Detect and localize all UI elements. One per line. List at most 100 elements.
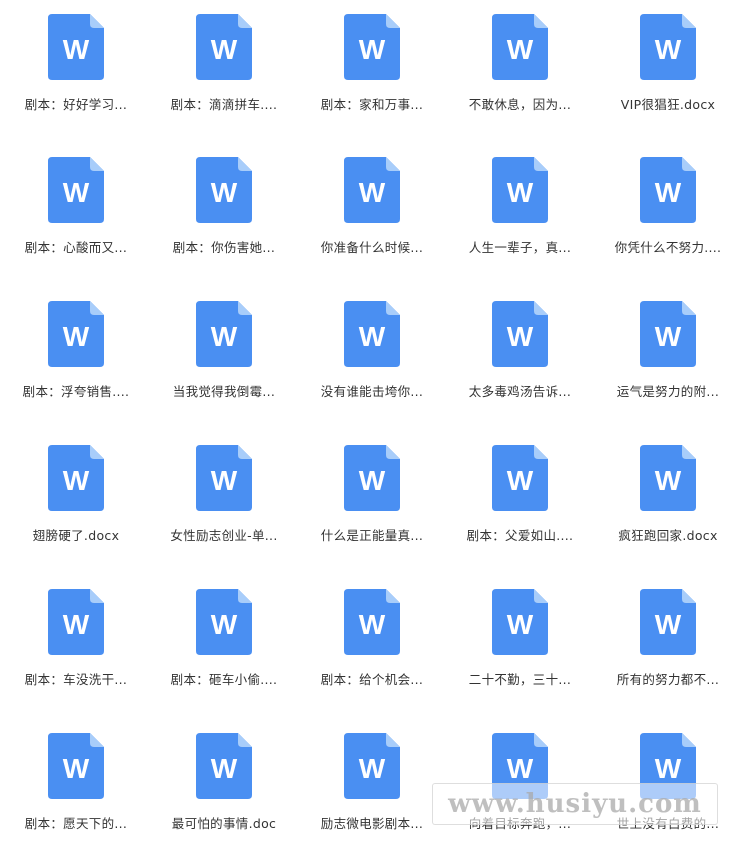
word-document-icon: W [344,589,400,655]
file-name-label: 剧本：你伤害她... [172,240,276,255]
file-item[interactable]: W 没有谁能击垮你... [298,301,446,431]
file-item[interactable]: W 最可怕的事情.doc [150,733,298,856]
file-item[interactable]: W 剧本：车没洗干... [2,589,150,719]
file-name-label: 剧本：父爱如山.... [466,528,574,543]
word-document-icon: W [344,14,400,80]
word-document-icon: W [492,14,548,80]
file-name-label: 翅膀硬了.docx [32,528,120,543]
word-document-icon: W [196,589,252,655]
file-item[interactable]: W 当我觉得我倒霉... [150,301,298,431]
word-document-icon: W [196,733,252,799]
watermark: www.husiyu.com [432,783,718,825]
file-name-label: 女性励志创业-单... [170,528,278,543]
word-document-icon: W [640,589,696,655]
file-name-label: 疯狂跑回家.docx [618,528,718,543]
word-document-icon: W [492,157,548,223]
svg-text:W: W [359,753,386,784]
file-item[interactable]: W 剧本：家和万事... [298,14,446,144]
file-name-label: 没有谁能击垮你... [320,384,424,399]
file-item[interactable]: W 你凭什么不努力.... [594,157,742,287]
file-item[interactable]: W 什么是正能量真... [298,445,446,575]
file-item[interactable]: W 剧本：滴滴拼车.... [150,14,298,144]
file-name-label: 二十不勤，三十... [468,672,572,687]
word-document-icon: W [48,589,104,655]
file-item[interactable]: W 太多毒鸡汤告诉... [446,301,594,431]
svg-text:W: W [655,34,682,65]
svg-text:W: W [211,465,238,496]
word-document-icon: W [48,14,104,80]
file-item[interactable]: W 励志微电影剧本... [298,733,446,856]
file-name-label: 剧本：好好学习... [24,97,128,112]
word-document-icon: W [48,301,104,367]
word-document-icon: W [344,445,400,511]
svg-text:W: W [63,609,90,640]
file-name-label: 运气是努力的附... [616,384,720,399]
svg-text:W: W [359,321,386,352]
file-item[interactable]: W 剧本：给个机会... [298,589,446,719]
svg-text:W: W [359,177,386,208]
file-name-label: 不敢休息，因为... [468,97,572,112]
file-item[interactable]: W 剧本：好好学习... [2,14,150,144]
file-item[interactable]: W 剧本：砸车小偷.... [150,589,298,719]
word-document-icon: W [492,301,548,367]
file-item[interactable]: W 疯狂跑回家.docx [594,445,742,575]
word-document-icon: W [48,733,104,799]
file-name-label: 剧本：滴滴拼车.... [170,97,278,112]
file-name-label: 你凭什么不努力.... [614,240,722,255]
file-browser: W 剧本：好好学习... W 剧本：滴滴拼车.... W 剧本：家和万事... W 不敢休息，… [0,0,750,856]
file-item[interactable]: W 不敢休息，因为... [446,14,594,144]
word-document-icon: W [492,589,548,655]
svg-text:W: W [655,321,682,352]
file-item[interactable]: W 剧本：浮夸销售.... [2,301,150,431]
svg-text:W: W [63,177,90,208]
file-name-label: 剧本：车没洗干... [24,672,128,687]
word-document-icon: W [640,301,696,367]
svg-text:W: W [507,609,534,640]
file-item[interactable]: W 所有的努力都不... [594,589,742,719]
svg-text:W: W [63,34,90,65]
word-document-icon: W [640,445,696,511]
svg-text:W: W [63,753,90,784]
svg-text:W: W [507,177,534,208]
svg-text:W: W [359,465,386,496]
word-document-icon: W [48,445,104,511]
svg-text:W: W [507,34,534,65]
file-name-label: 剧本：愿天下的... [24,816,128,831]
file-name-label: 你准备什么时候... [320,240,424,255]
file-name-label: 剧本：家和万事... [320,97,424,112]
file-name-label: 剧本：给个机会... [320,672,424,687]
word-document-icon: W [196,14,252,80]
svg-text:W: W [359,609,386,640]
file-item[interactable]: W 二十不勤，三十... [446,589,594,719]
svg-text:W: W [63,465,90,496]
file-item[interactable]: W 剧本：你伤害她... [150,157,298,287]
file-name-label: 当我觉得我倒霉... [172,384,276,399]
file-item[interactable]: W 剧本：愿天下的... [2,733,150,856]
file-name-label: 所有的努力都不... [616,672,720,687]
file-item[interactable]: W 剧本：心酸而又... [2,157,150,287]
file-item[interactable]: W 翅膀硬了.docx [2,445,150,575]
svg-text:W: W [655,465,682,496]
file-item[interactable]: W 人生一辈子，真... [446,157,594,287]
word-document-icon: W [640,14,696,80]
file-item[interactable]: W VIP很猖狂.docx [594,14,742,144]
word-document-icon: W [196,301,252,367]
file-item[interactable]: W 女性励志创业-单... [150,445,298,575]
svg-text:W: W [63,321,90,352]
file-name-label: 太多毒鸡汤告诉... [468,384,572,399]
svg-text:W: W [211,753,238,784]
word-document-icon: W [344,157,400,223]
file-name-label: VIP很猖狂.docx [620,97,716,112]
file-name-label: 什么是正能量真... [320,528,424,543]
svg-text:W: W [507,753,534,784]
word-document-icon: W [640,157,696,223]
svg-text:W: W [655,177,682,208]
svg-text:W: W [655,753,682,784]
svg-text:W: W [211,321,238,352]
svg-text:W: W [359,34,386,65]
word-document-icon: W [48,157,104,223]
file-item[interactable]: W 运气是努力的附... [594,301,742,431]
file-item[interactable]: W 剧本：父爱如山.... [446,445,594,575]
file-grid: W 剧本：好好学习... W 剧本：滴滴拼车.... W 剧本：家和万事... W 不敢休息，… [0,0,750,856]
file-item[interactable]: W 你准备什么时候... [298,157,446,287]
